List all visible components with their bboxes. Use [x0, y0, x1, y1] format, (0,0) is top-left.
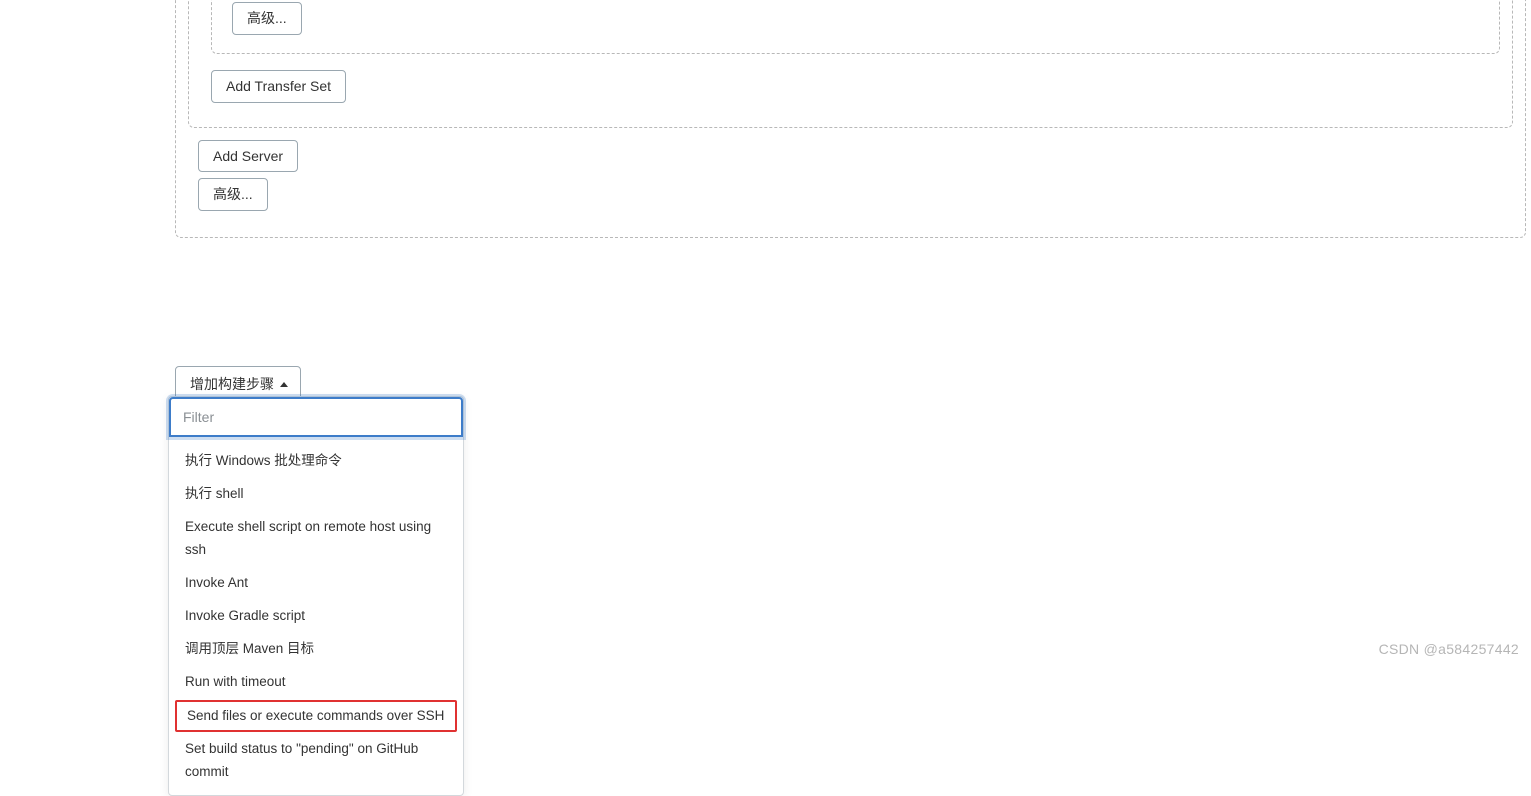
filter-input[interactable]	[169, 397, 463, 437]
advanced-button-transfer[interactable]: 高级...	[232, 2, 302, 35]
build-step-menu-item[interactable]: 执行 Windows 批处理命令	[169, 445, 463, 478]
build-step-menu-item[interactable]: Send files or execute commands over SSH	[175, 700, 457, 733]
build-step-menu-item[interactable]: Run with timeout	[169, 666, 463, 699]
add-transfer-set-button[interactable]: Add Transfer Set	[211, 70, 346, 103]
ssh-server-panel: All of the transfer fields (except for E…	[188, 0, 1513, 128]
build-step-menu-item[interactable]: 调用顶层 Maven 目标	[169, 633, 463, 666]
build-step-menu-item[interactable]: 执行 shell	[169, 478, 463, 511]
watermark-text: CSDN @a584257442	[1379, 641, 1519, 657]
build-step-menu-item[interactable]: Execute shell script on remote host usin…	[169, 511, 463, 567]
build-step-container: All of the transfer fields (except for E…	[175, 0, 1526, 238]
build-step-menu-list: 执行 Windows 批处理命令执行 shellExecute shell sc…	[169, 445, 463, 789]
build-step-menu-item[interactable]: Set build status to "pending" on GitHub …	[169, 733, 463, 789]
transfer-set-panel: All of the transfer fields (except for E…	[211, 0, 1500, 54]
build-step-menu-item[interactable]: Invoke Ant	[169, 567, 463, 600]
add-server-button[interactable]: Add Server	[198, 140, 298, 173]
add-build-step-area: 增加构建步骤 执行 Windows 批处理命令执行 shellExecute s…	[175, 366, 301, 402]
build-step-menu-item[interactable]: Invoke Gradle script	[169, 600, 463, 633]
build-step-dropdown: 执行 Windows 批处理命令执行 shellExecute shell sc…	[168, 396, 464, 796]
caret-up-icon	[280, 382, 288, 387]
advanced-button-server[interactable]: 高级...	[198, 178, 268, 211]
add-build-step-label: 增加构建步骤	[190, 374, 274, 394]
